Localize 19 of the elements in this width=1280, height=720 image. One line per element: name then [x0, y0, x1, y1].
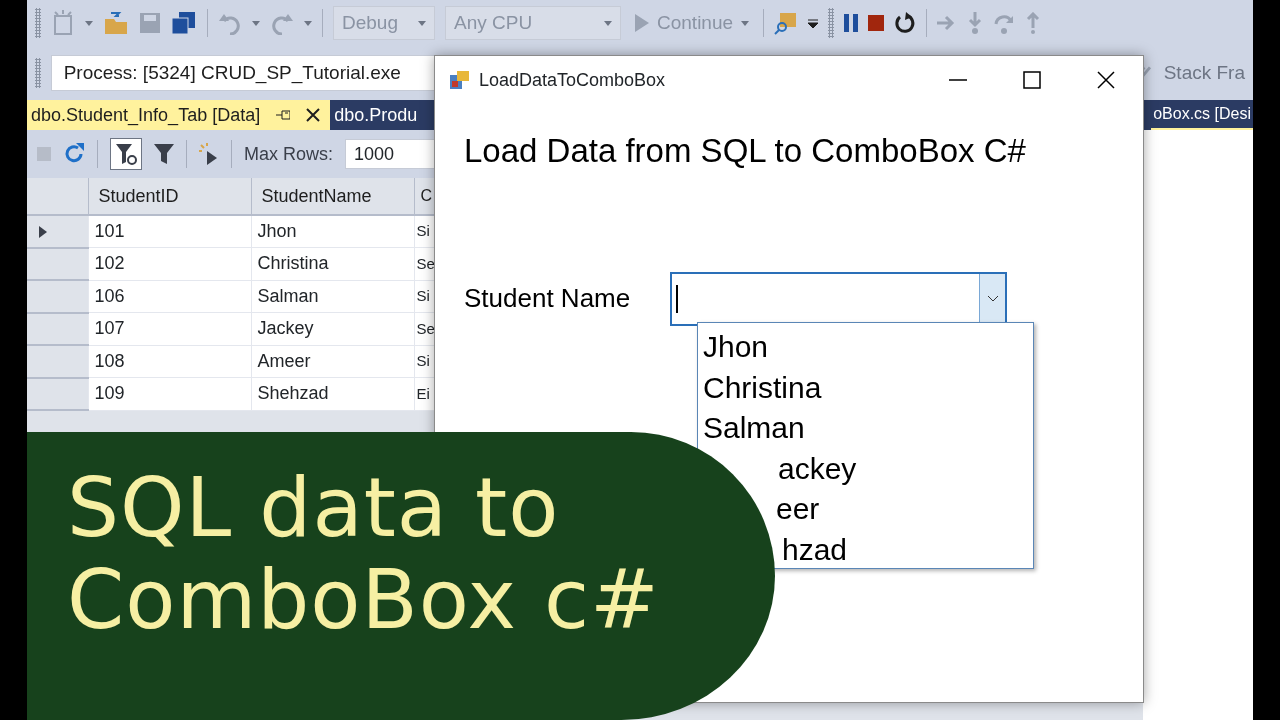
- max-rows-label: Max Rows:: [244, 142, 333, 166]
- table-cell: Christina: [251, 247, 414, 280]
- table-cell: 109: [88, 377, 251, 410]
- field-label: Student Name: [464, 282, 631, 315]
- table-cell: Ameer: [251, 345, 414, 378]
- table-cell: Jackey: [251, 312, 414, 345]
- table-cell: 106: [88, 280, 251, 313]
- table-cell: 101: [88, 215, 251, 248]
- banner-title: ComboBox c#: [67, 554, 661, 646]
- banner-title: SQL data to: [67, 462, 561, 554]
- window-title: LoadDataToComboBox: [479, 68, 666, 92]
- stack-frame-label: Stack Fra: [1163, 60, 1245, 85]
- table-cell: Jhon: [251, 215, 414, 248]
- form-heading: Load Data from SQL to ComboBox C#: [464, 131, 1027, 171]
- table-cell: Salman: [251, 280, 414, 313]
- table-cell: 102: [88, 247, 251, 280]
- table-cell: Shehzad: [251, 377, 414, 410]
- table-cell: 107: [88, 312, 251, 345]
- table-cell: 108: [88, 345, 251, 378]
